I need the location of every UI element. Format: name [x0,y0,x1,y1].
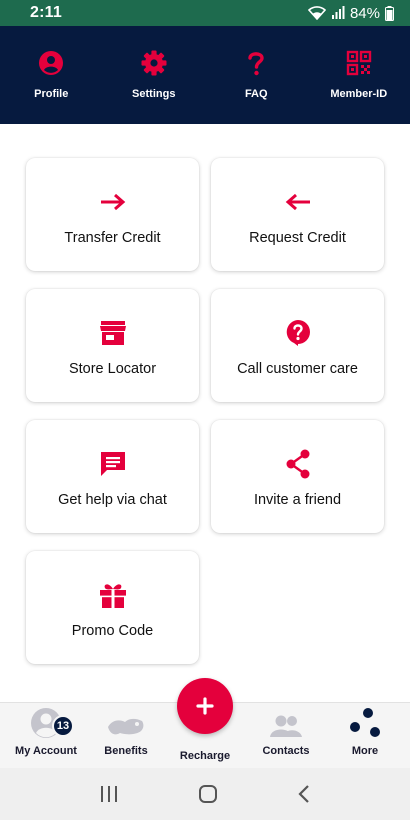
battery-icon [385,5,394,21]
store-locator-card[interactable]: Store Locator [26,289,199,402]
status-bar: 2:11 84% [0,0,410,26]
arrow-left-icon [285,193,310,211]
battery-percent: 84% [349,4,380,22]
chat-icon [100,452,125,476]
profile-icon [39,51,64,75]
bottom-nav-label: Benefits [104,745,148,757]
promo-code-card[interactable]: Promo Code [26,551,199,664]
bottom-nav-label: My Account [15,745,77,757]
plus-icon [196,697,214,715]
top-nav-faq[interactable]: FAQ [205,26,308,124]
back-icon[interactable] [297,784,311,804]
recent-apps-icon[interactable] [99,785,119,803]
invite-friend-card[interactable]: Invite a friend [211,420,384,533]
notification-badge: 13 [52,715,74,737]
card-label: Call customer care [237,361,358,377]
question-mark-icon [248,52,264,76]
top-nav-label: Member-ID [330,88,388,100]
bottom-nav-label: More [351,745,379,757]
top-nav-label: Settings [132,88,176,100]
chat-help-card[interactable]: Get help via chat [26,420,199,533]
wifi-icon [307,6,326,20]
bottom-nav-my-account[interactable]: 13 My Account [5,703,87,769]
card-label: Get help via chat [58,492,167,508]
share-icon [286,449,309,479]
call-customer-care-card[interactable]: Call customer care [211,289,384,402]
signal-icon [331,6,345,19]
bull-logo-icon [108,718,144,735]
gear-icon [141,50,167,76]
bottom-nav-more[interactable]: More [324,703,406,769]
request-credit-card[interactable]: Request Credit [211,158,384,271]
gift-icon [99,584,126,608]
more-dots-icon [350,708,380,737]
action-grid: Transfer Credit Request Credit Store Loc… [0,124,410,704]
system-nav-bar [0,768,410,820]
contacts-icon [270,715,302,737]
top-nav-member-id[interactable]: Member-ID [308,26,410,124]
status-icons: 84% [307,4,394,22]
top-nav: Profile Settings FAQ Member-ID [0,26,410,124]
qr-code-icon [346,50,371,76]
card-label: Request Credit [249,230,346,246]
bottom-nav-contacts[interactable]: Contacts [245,703,327,769]
arrow-right-icon [100,193,125,211]
status-time: 2:11 [30,4,62,21]
home-icon[interactable] [198,784,218,804]
recharge-button[interactable] [177,678,233,734]
bottom-nav-benefits[interactable]: Benefits [85,703,167,769]
transfer-credit-card[interactable]: Transfer Credit [26,158,199,271]
card-label: Store Locator [68,361,157,377]
top-nav-label: FAQ [244,88,268,100]
help-bubble-icon [286,320,310,346]
recharge-label: Recharge [179,750,231,762]
card-label: Promo Code [71,623,154,639]
store-icon [99,321,126,345]
bottom-nav-label: Contacts [262,745,310,757]
card-label: Invite a friend [253,492,342,508]
top-nav-profile[interactable]: Profile [0,26,103,124]
top-nav-label: Profile [34,88,69,100]
card-label: Transfer Credit [64,230,161,246]
top-nav-settings[interactable]: Settings [103,26,206,124]
